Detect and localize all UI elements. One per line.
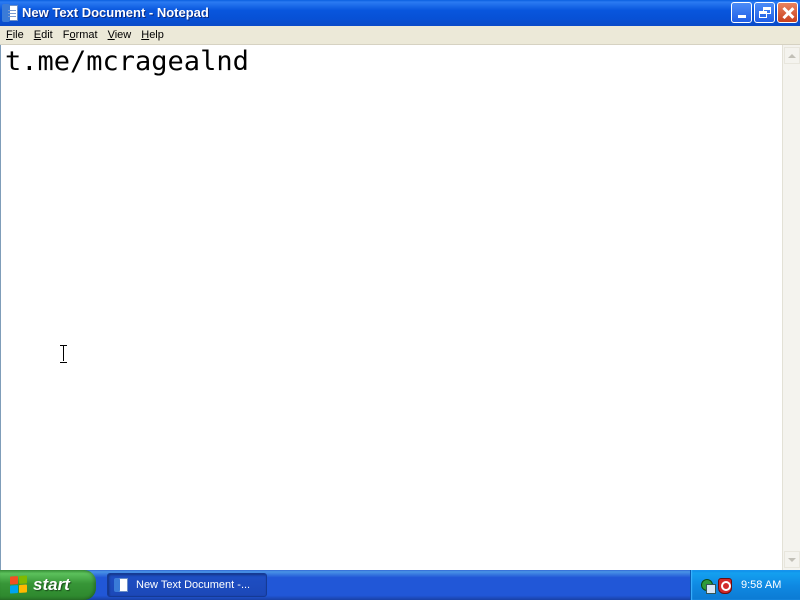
clock[interactable]: 9:58 AM: [741, 579, 781, 591]
window-title: New Text Document - Notepad: [22, 5, 209, 20]
taskbar-item-notepad[interactable]: New Text Document -...: [107, 573, 267, 597]
windows-logo-icon: [10, 575, 28, 594]
vertical-scrollbar[interactable]: [782, 45, 800, 570]
notepad-icon[interactable]: [2, 4, 18, 22]
minimize-icon: [737, 15, 746, 18]
close-button[interactable]: [777, 2, 798, 23]
start-label: start: [33, 575, 70, 594]
editor-text[interactable]: t.me/mcragealnd: [5, 46, 249, 77]
scroll-up-button[interactable]: [784, 47, 800, 64]
notepad-icon: [114, 578, 128, 592]
menu-edit[interactable]: Edit: [30, 29, 57, 41]
text-editor-area[interactable]: t.me/mcragealnd: [0, 45, 782, 570]
menu-view[interactable]: View: [104, 29, 136, 41]
menu-format[interactable]: Format: [59, 29, 102, 41]
text-cursor-icon: [60, 345, 67, 363]
system-tray: 9:58 AM: [690, 570, 800, 600]
menu-bar: File Edit Format View Help: [0, 26, 800, 45]
restore-icon: [758, 6, 771, 19]
close-icon: [782, 7, 794, 19]
arrow-up-icon: [788, 53, 796, 58]
title-bar[interactable]: New Text Document - Notepad: [0, 0, 800, 26]
network-icon[interactable]: [700, 578, 716, 594]
menu-file[interactable]: File: [2, 29, 28, 41]
menu-help[interactable]: Help: [137, 29, 168, 41]
taskbar-item-label: New Text Document -...: [136, 579, 251, 591]
arrow-down-icon: [788, 557, 796, 562]
security-shield-icon[interactable]: [717, 578, 732, 594]
minimize-button[interactable]: [731, 2, 752, 23]
restore-button[interactable]: [754, 2, 775, 23]
start-button[interactable]: start: [0, 570, 96, 600]
scroll-down-button[interactable]: [784, 551, 800, 568]
taskbar: start New Text Document -... 9:58 AM: [0, 570, 800, 600]
